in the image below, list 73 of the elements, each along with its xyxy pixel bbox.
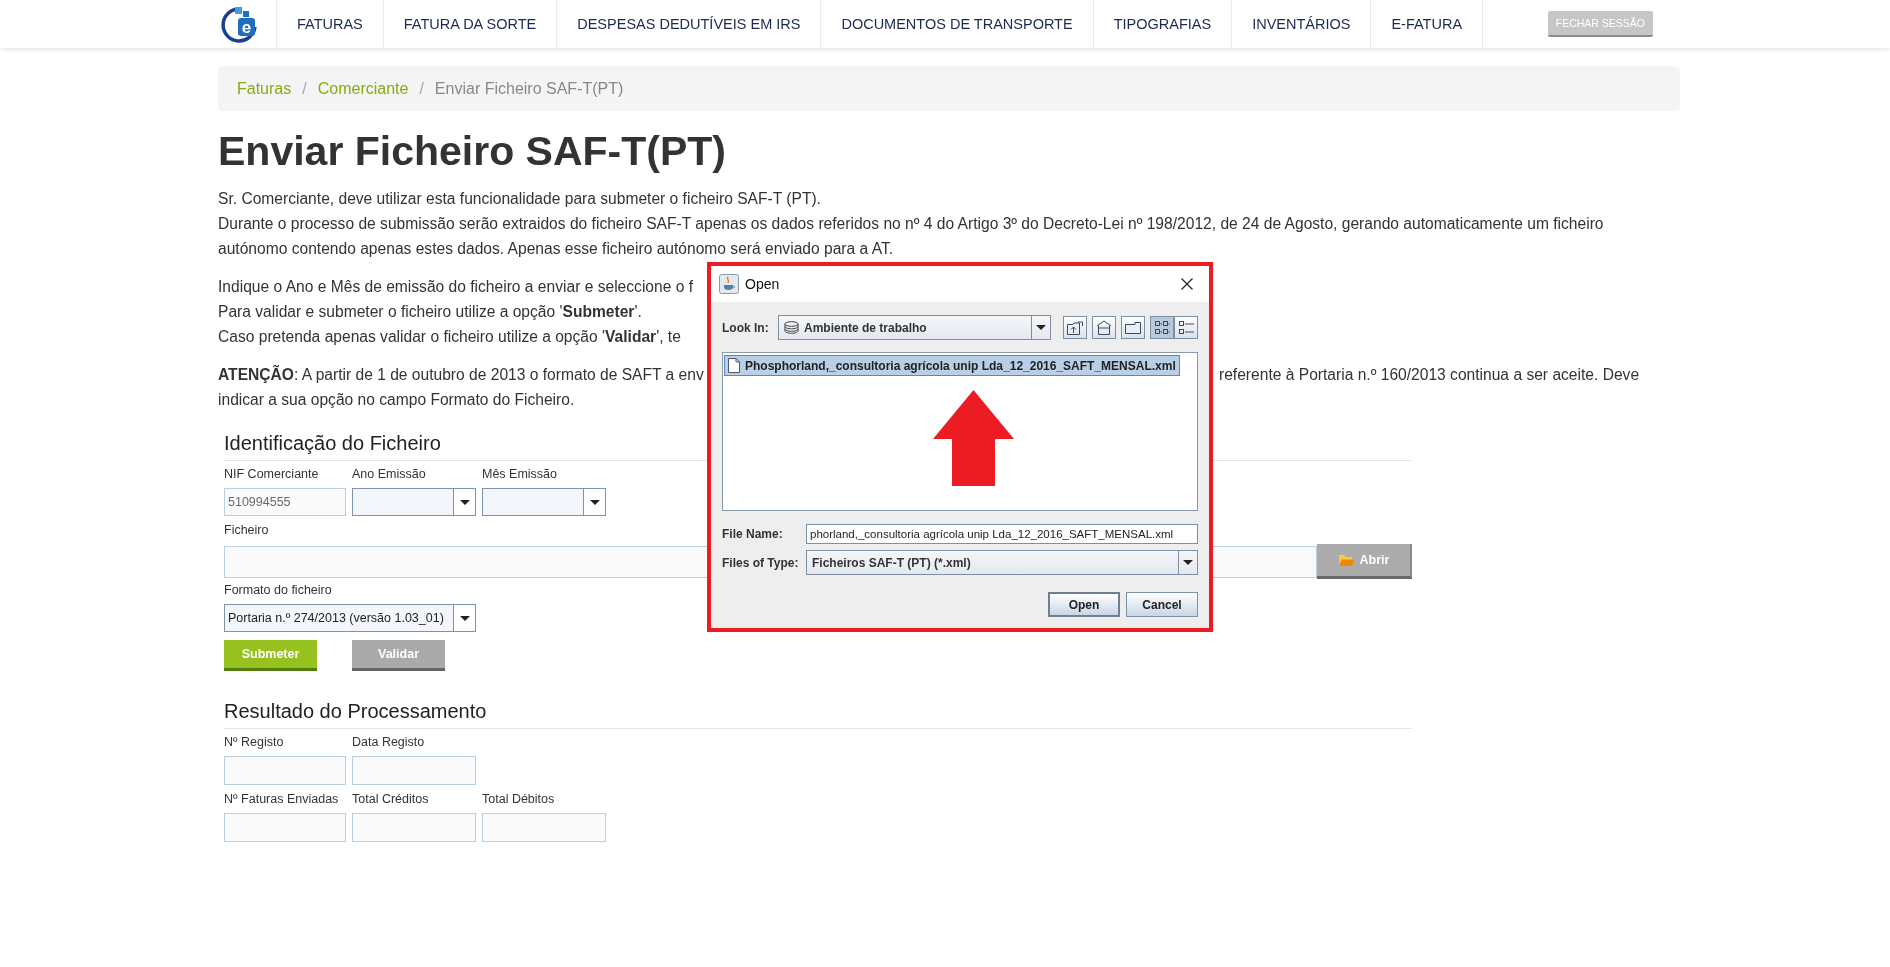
- field-label: Total Créditos: [352, 792, 429, 807]
- nav-link[interactable]: INVENTÁRIOS: [1231, 0, 1371, 48]
- intro-text: Sr. Comerciante, deve utilizar esta funcionalidade para submeter o ficheiro SAF-T (PT).: [218, 189, 821, 209]
- up-arrow-icon: [933, 390, 1014, 486]
- caret-icon: [589, 499, 600, 505]
- input-field[interactable]: [224, 756, 346, 785]
- input-field[interactable]: [352, 813, 476, 842]
- caret-icon: [1036, 325, 1046, 330]
- nav-link[interactable]: DOCUMENTOS DE TRANSPORTE: [820, 0, 1093, 48]
- new-folder-button[interactable]: [1121, 316, 1145, 339]
- cancel-button[interactable]: Cancel: [1126, 592, 1198, 617]
- file-item[interactable]: Phosphorland,_consultoria agrícola unip Lda_12_2016_SAFT_MENSAL.xml: [724, 355, 1180, 376]
- intro-text: Caso pretenda apenas validar o ficheiro utilize a opção 'Validar', te: [218, 327, 681, 347]
- nav-link[interactable]: FATURA DA SORTE: [382, 0, 557, 48]
- breadcrumb-current: Enviar Ficheiro SAF-T(PT): [434, 79, 624, 98]
- stack-icon: [784, 321, 799, 334]
- document-icon: [728, 358, 740, 373]
- nav-link[interactable]: E-FATURA: [1370, 0, 1484, 48]
- intro-text: indicar a sua opção no campo Formato do Ficheiro.: [218, 390, 575, 410]
- intro-text: Indique o Ano e Mês de emissão do ficheiro a enviar e seleccione o f: [218, 277, 694, 297]
- dropdown-field[interactable]: Portaria n.º 274/2013 (versão 1.03_01): [224, 604, 476, 632]
- list-view-icon: [1154, 320, 1170, 335]
- dialog-title: Open: [745, 276, 780, 292]
- field-label: File Name:: [722, 527, 784, 541]
- intro-text: Para validar e submeter o ficheiro utilize a opção 'Submeter'.: [218, 302, 642, 322]
- field-label: Total Débitos: [482, 792, 555, 807]
- section-heading: Resultado do Processamento: [224, 699, 487, 723]
- field-label: Mês Emissão: [482, 467, 558, 482]
- intro-text: referente à Portaria n.º 160/2013 continua a ser aceite. Deve: [1219, 365, 1640, 385]
- open-button[interactable]: Open: [1048, 592, 1120, 617]
- dropdown-field[interactable]: [482, 488, 606, 516]
- caret-icon: [459, 615, 470, 621]
- folder-up-icon: [1067, 320, 1083, 335]
- list-view-button[interactable]: [1150, 316, 1174, 339]
- breadcrumb-separator: /: [418, 79, 425, 98]
- input-field[interactable]: [352, 756, 476, 785]
- field-label: Data Registo: [352, 735, 425, 750]
- input-field[interactable]: 510994555: [224, 488, 346, 516]
- nav-link[interactable]: TIPOGRAFIAS: [1092, 0, 1232, 48]
- folder-icon: [1337, 553, 1355, 567]
- folder-icon: [1125, 321, 1141, 334]
- field-label: Formato do ficheiro: [224, 583, 332, 598]
- cup-icon: [719, 274, 739, 294]
- field-label: Ficheiro: [224, 523, 269, 538]
- site-logo[interactable]: e: [218, 4, 258, 44]
- intro-text: ATENÇÃO: A partir de 1 de outubro de 2013 o formato de SAFT a env: [218, 364, 704, 385]
- caret-icon: [459, 499, 470, 505]
- nav-link[interactable]: FATURAS: [276, 0, 383, 48]
- section-heading: Identificação do Ficheiro: [224, 431, 441, 455]
- up-folder-button[interactable]: [1063, 316, 1087, 339]
- intro-text: Durante o processo de submissão serão extraidos do ficheiro SAF-T apenas os dados referidos no nº 4 do Artigo 3º do Decreto-Lei nº 198/2012, de 24 de Agosto, gerando automaticamente um ficheiro autónomo contendo apenas estes dados. Apenas esse ficheiro autónomo será enviado para a AT.: [218, 214, 1605, 259]
- field-label: Files of Type:: [722, 555, 800, 570]
- field-label: Look In:: [722, 320, 770, 335]
- close-icon: [1181, 278, 1193, 290]
- dropdown-field[interactable]: [352, 488, 476, 516]
- home-icon: [1096, 320, 1112, 335]
- field-label: Nº Faturas Enviadas: [224, 792, 339, 807]
- field-label: Ano Emissão: [352, 467, 426, 482]
- details-view-button[interactable]: [1174, 316, 1198, 339]
- page-title: Enviar Ficheiro SAF-T(PT): [218, 127, 727, 176]
- details-view-icon: [1178, 320, 1194, 335]
- close-button[interactable]: [1179, 276, 1195, 292]
- breadcrumb-separator: /: [301, 79, 308, 98]
- input-field[interactable]: [224, 813, 346, 842]
- field-label: Nº Registo: [224, 735, 284, 750]
- file-name-field[interactable]: phorland,_consultoria agrícola unip Lda_12_2016_SAFT_MENSAL.xml: [806, 524, 1198, 544]
- input-field[interactable]: [482, 813, 606, 842]
- file-type-dropdown[interactable]: Ficheiros SAF-T (PT) (*.xml): [806, 550, 1198, 575]
- caret-icon: [1183, 560, 1193, 565]
- home-button[interactable]: [1092, 316, 1116, 339]
- field-label: NIF Comerciante: [224, 467, 319, 482]
- nav-link[interactable]: DESPESAS DEDUTÍVEIS EM IRS: [556, 0, 821, 48]
- look-in-dropdown[interactable]: Ambiente de trabalho: [778, 315, 1051, 340]
